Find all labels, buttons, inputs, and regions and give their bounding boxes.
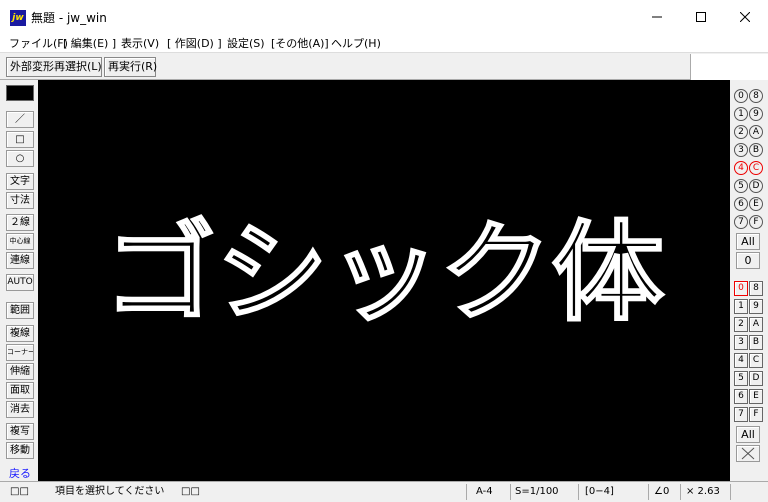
cross-icon [741,447,755,460]
auto-tool-button[interactable]: AUTO [6,274,34,291]
layer-button[interactable]: E [749,389,763,404]
chamfer-tool-button[interactable]: 面取 [6,382,34,399]
layer-button[interactable]: F [749,407,763,422]
layer-group-button[interactable]: 6 [734,197,748,211]
status-prefix: □□ [10,486,29,497]
app-icon[interactable]: jw [10,10,26,26]
layer-button[interactable]: 5 [734,371,748,386]
polyline-tool-button[interactable]: 連線 [6,252,34,269]
status-suffix: □□ [181,486,200,497]
layer-button[interactable]: 6 [734,389,748,404]
layer-group-button[interactable]: 0 [734,89,748,103]
layer-group-button[interactable]: 3 [734,143,748,157]
title-bar: jw 無題 - jw_win [0,0,768,34]
layer-group-button[interactable]: D [749,179,763,193]
toolbar: 外部変形再選択(L) 再実行(R) [0,54,768,80]
layer-button[interactable]: 9 [749,299,763,314]
close-icon [740,12,750,22]
layer-button[interactable]: D [749,371,763,386]
rerun-button[interactable]: 再実行(R) [104,57,157,77]
double-line-tool-button[interactable]: ２線 [6,214,34,231]
layer-group-button[interactable]: 4 [734,161,748,175]
stretch-tool-button[interactable]: 伸縮 [6,363,34,380]
layer-group-all-button[interactable]: All [736,233,760,250]
layer-group-button[interactable]: 9 [749,107,763,121]
layer-group-button[interactable]: 5 [734,179,748,193]
line-tool-button[interactable]: ／ [6,111,34,128]
layer-button[interactable]: B [749,335,763,350]
toolbar-blank-area [690,54,768,80]
minimize-icon [652,16,662,18]
menu-edit[interactable]: [ 編集(E) ] [63,36,116,51]
menu-other[interactable]: [その他(A)] [271,36,329,51]
layer-group-button[interactable]: 7 [734,215,748,229]
status-message: 項目を選択してください [55,486,165,497]
range-tool-button[interactable]: 範囲 [6,302,34,319]
paper-size[interactable]: A-4 [476,485,493,499]
layer-status[interactable]: [0−4] [585,485,614,499]
layer-button[interactable]: 7 [734,407,748,422]
angle[interactable]: ∠0 [654,485,669,499]
menu-settings[interactable]: 設定(S) [227,36,265,51]
layer-all-button[interactable]: All [736,426,760,443]
copy-tool-button[interactable]: 複写 [6,423,34,440]
layer-button[interactable]: 1 [734,299,748,314]
menu-bar: ファイル(F) [ 編集(E) ] 表示(V) [ 作図(D) ] 設定(S) … [0,34,768,53]
multi-line-tool-button[interactable]: 複線 [6,325,34,342]
reselect-external-button[interactable]: 外部変形再選択(L) [6,57,102,77]
window-title: 無題 - jw_win [31,11,107,25]
layer-button[interactable]: C [749,353,763,368]
menu-help[interactable]: ヘルプ(H) [331,36,381,51]
layer-group-button[interactable]: B [749,143,763,157]
center-line-tool-button[interactable]: 中心線 [6,233,34,250]
layer-button[interactable]: 0 [734,281,748,296]
minimize-button[interactable] [634,0,680,34]
menu-file[interactable]: ファイル(F) [9,36,68,51]
maximize-button[interactable] [678,0,724,34]
layer-group-button[interactable]: 1 [734,107,748,121]
corner-tool-button[interactable]: コーナー [6,344,34,361]
scale[interactable]: S=1/100 [515,485,559,499]
status-bar: □□ 項目を選択してください □□ A-4 S=1/100 [0−4] ∠0 ×… [0,481,768,502]
layer-group-button[interactable]: A [749,125,763,139]
zoom-level[interactable]: × 2.63 [686,485,720,499]
layer-button[interactable]: 4 [734,353,748,368]
circle-tool-button[interactable]: ○ [6,150,34,167]
layer-cross-button[interactable] [736,445,760,462]
layer-button[interactable]: 2 [734,317,748,332]
layer-group-current-button[interactable]: 0 [736,252,760,269]
line-color-swatch[interactable] [6,85,34,101]
undo-button[interactable]: 戻る [9,465,31,481]
maximize-icon [696,12,706,22]
layer-group-button[interactable]: C [749,161,763,175]
layer-button[interactable]: A [749,317,763,332]
close-button[interactable] [722,0,768,34]
layer-group-button[interactable]: E [749,197,763,211]
move-tool-button[interactable]: 移動 [6,442,34,459]
menu-view[interactable]: 表示(V) [121,36,159,51]
layer-group-button[interactable]: F [749,215,763,229]
rect-tool-button[interactable]: □ [6,131,34,148]
drawing-canvas[interactable]: ゴシック体 [38,80,730,481]
text-tool-button[interactable]: 文字 [6,173,34,190]
dimension-tool-button[interactable]: 寸法 [6,192,34,209]
canvas-outlined-text: ゴシック体 [104,211,664,336]
erase-tool-button[interactable]: 消去 [6,401,34,418]
layer-button[interactable]: 3 [734,335,748,350]
layer-button[interactable]: 8 [749,281,763,296]
layer-group-button[interactable]: 8 [749,89,763,103]
menu-draw[interactable]: [ 作図(D) ] [167,36,222,51]
layer-group-button[interactable]: 2 [734,125,748,139]
canvas-svg: ゴシック体 [103,210,665,337]
